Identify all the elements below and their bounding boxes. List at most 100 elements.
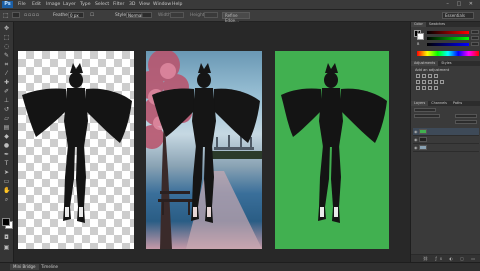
canvas-area[interactable] (14, 22, 409, 262)
tab-layers[interactable]: Layers (411, 101, 429, 106)
tab-swatches[interactable]: Swatches (426, 22, 448, 27)
threshold-icon[interactable] (428, 86, 432, 90)
type-tool-icon[interactable]: T (3, 160, 10, 167)
dodge-tool-icon[interactable]: ● (3, 142, 10, 149)
layer-thumbnail (419, 145, 427, 150)
color-spectrum-bar[interactable] (417, 51, 479, 56)
tool-preset-picker[interactable] (12, 12, 20, 18)
menu-bar: Ps File Edit Image Layer Type Select Fil… (0, 0, 480, 10)
menu-layer[interactable]: Layer (63, 1, 76, 8)
right-panels: Color Swatches R G B Adjustments Styles Ad… (410, 22, 480, 269)
tab-styles[interactable]: Styles (438, 61, 454, 66)
vibrance-icon[interactable] (416, 80, 420, 84)
menu-image[interactable]: Image (46, 1, 60, 8)
layer-row[interactable]: ◉ (413, 144, 479, 152)
menu-help[interactable]: Help (172, 1, 182, 8)
menu-edit[interactable]: Edit (32, 1, 41, 8)
refine-edge-button[interactable]: Refine Edge... (222, 12, 250, 23)
selection-mode-icons[interactable]: ▫▫▫▫ (24, 12, 40, 19)
hand-tool-icon[interactable]: ✋ (3, 187, 10, 194)
layer-row[interactable]: ◉ (413, 136, 479, 144)
tab-channels[interactable]: Channels (428, 101, 450, 106)
photo-filter-icon[interactable] (440, 80, 444, 84)
zoom-tool-icon[interactable]: ⌕ (3, 196, 10, 203)
crop-tool-icon[interactable]: ⌗ (3, 61, 10, 68)
green-slider[interactable] (427, 37, 469, 40)
tab-timeline[interactable]: Timeline (38, 264, 61, 270)
color-balance-icon[interactable] (428, 80, 432, 84)
posterize-icon[interactable] (422, 86, 426, 90)
eyedropper-tool-icon[interactable]: ⁄ (3, 70, 10, 77)
gradient-map-icon[interactable] (434, 86, 438, 90)
window-controls[interactable]: – □ ✕ (446, 1, 476, 8)
cutout-image-transparent[interactable] (18, 51, 134, 249)
menu-window[interactable]: Window (153, 1, 171, 8)
menu-view[interactable]: View (139, 1, 150, 8)
layers-footer-icons[interactable]: ⛓ ƒx ◐ ▢ ▭ 🗑 (411, 254, 480, 269)
tab-color[interactable]: Color (411, 22, 426, 27)
width-input[interactable] (170, 12, 184, 18)
red-value[interactable] (471, 30, 479, 34)
quick-mask-icon[interactable]: ◘ (3, 234, 10, 241)
original-photo[interactable] (146, 51, 262, 249)
exposure-icon[interactable] (434, 74, 438, 78)
menu-3d[interactable]: 3D (129, 1, 135, 8)
brightness-icon[interactable] (416, 74, 420, 78)
height-input[interactable] (204, 12, 218, 18)
pen-tool-icon[interactable]: ✒ (3, 151, 10, 158)
layer-filter-select[interactable] (414, 108, 436, 112)
tab-mini-bridge[interactable]: Mini Bridge (10, 264, 39, 270)
clone-stamp-tool-icon[interactable]: ⊥ (3, 97, 10, 104)
style-select[interactable]: Normal (126, 12, 152, 18)
color-panel-header: Color Swatches (411, 22, 480, 27)
blue-value[interactable] (471, 42, 479, 46)
marquee-tool-icon[interactable]: ⬚ (3, 12, 9, 19)
lasso-tool-icon[interactable]: ◌ (3, 43, 10, 50)
layer-thumbnail (419, 129, 427, 134)
black-white-icon[interactable] (434, 80, 438, 84)
person-silhouette-3 (281, 63, 387, 223)
opacity-input[interactable] (455, 114, 477, 118)
options-bar: ⬚ ▫▫▫▫ Feather: 0 px ☐ Style: Normal Wid… (0, 10, 480, 23)
quick-selection-tool-icon[interactable]: ✎ (3, 52, 10, 59)
eraser-tool-icon[interactable]: ▱ (3, 115, 10, 122)
screen-mode-icon[interactable]: ▣ (3, 244, 10, 251)
eye-icon[interactable]: ◉ (414, 137, 418, 142)
anti-alias-checkbox[interactable]: ☐ (90, 12, 94, 19)
menu-filter[interactable]: Filter (113, 1, 124, 8)
history-brush-tool-icon[interactable]: ↺ (3, 106, 10, 113)
brush-tool-icon[interactable]: ✐ (3, 88, 10, 95)
healing-brush-tool-icon[interactable]: ✚ (3, 79, 10, 86)
foreground-color-swatch[interactable] (2, 218, 10, 226)
fill-input[interactable] (455, 120, 477, 124)
photo-scene (146, 51, 262, 249)
blue-slider[interactable] (427, 43, 469, 46)
rectangle-tool-icon[interactable]: ▭ (3, 178, 10, 185)
cutout-image-green[interactable] (275, 51, 389, 249)
blur-tool-icon[interactable]: ◆ (3, 133, 10, 140)
tab-adjustments[interactable]: Adjustments (411, 61, 439, 66)
person-silhouette-1 (22, 63, 132, 223)
path-selection-tool-icon[interactable]: ➤ (3, 169, 10, 176)
curves-icon[interactable] (428, 74, 432, 78)
menu-type[interactable]: Type (80, 1, 91, 8)
blend-mode-select[interactable] (414, 114, 440, 118)
feather-input[interactable]: 0 px (68, 12, 84, 18)
adjustment-hint: Add an adjustment (415, 68, 450, 72)
marquee-tool-icon[interactable]: ⬚ (3, 34, 10, 41)
eye-icon[interactable]: ◉ (414, 145, 418, 150)
eye-icon[interactable]: ◉ (414, 129, 418, 134)
green-value[interactable] (471, 36, 479, 40)
tab-paths[interactable]: Paths (450, 101, 465, 106)
move-tool-icon[interactable]: ✥ (3, 25, 10, 32)
menu-select[interactable]: Select (95, 1, 109, 8)
workspace-switcher[interactable]: Essentials (442, 12, 474, 19)
green-label: G (417, 36, 420, 40)
menu-file[interactable]: File (18, 1, 26, 8)
layer-row[interactable]: ◉ (413, 128, 479, 136)
invert-icon[interactable] (416, 86, 420, 90)
hue-saturation-icon[interactable] (422, 80, 426, 84)
levels-icon[interactable] (422, 74, 426, 78)
gradient-tool-icon[interactable]: ▤ (3, 124, 10, 131)
red-slider[interactable] (427, 31, 469, 34)
